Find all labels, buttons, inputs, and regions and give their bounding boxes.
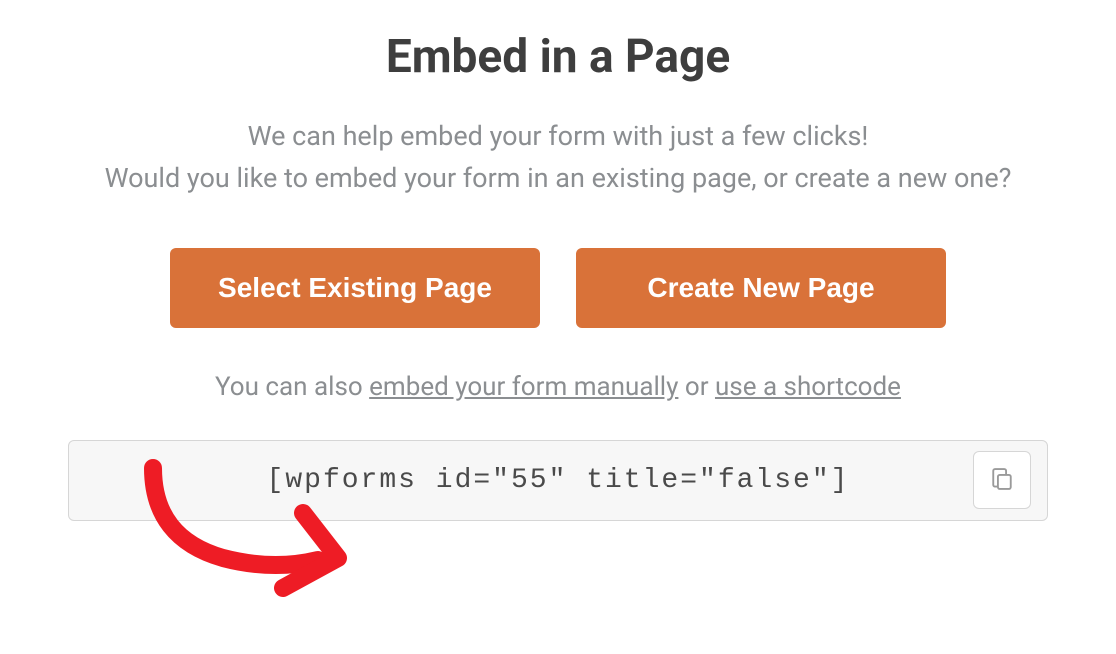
copy-shortcode-button[interactable] <box>973 451 1031 509</box>
embed-manually-link[interactable]: embed your form manually <box>369 372 678 402</box>
description-text: We can help embed your form with just a … <box>68 116 1048 200</box>
helper-prefix: You can also <box>215 372 369 402</box>
button-row: Select Existing Page Create New Page <box>68 248 1048 328</box>
use-shortcode-link[interactable]: use a shortcode <box>715 372 901 402</box>
copy-icon <box>988 465 1016 496</box>
description-line-1: We can help embed your form with just a … <box>248 120 869 152</box>
shortcode-display-box: [wpforms id="55" title="false"] <box>68 440 1048 521</box>
create-new-page-button[interactable]: Create New Page <box>576 248 946 328</box>
page-title: Embed in a Page <box>68 30 1048 84</box>
helper-middle: or <box>678 372 715 402</box>
helper-text: You can also embed your form manually or… <box>68 372 1048 402</box>
select-existing-page-button[interactable]: Select Existing Page <box>170 248 540 328</box>
embed-modal-content: Embed in a Page We can help embed your f… <box>68 30 1048 521</box>
shortcode-text: [wpforms id="55" title="false"] <box>97 465 1019 496</box>
description-line-2: Would you like to embed your form in an … <box>105 162 1012 194</box>
